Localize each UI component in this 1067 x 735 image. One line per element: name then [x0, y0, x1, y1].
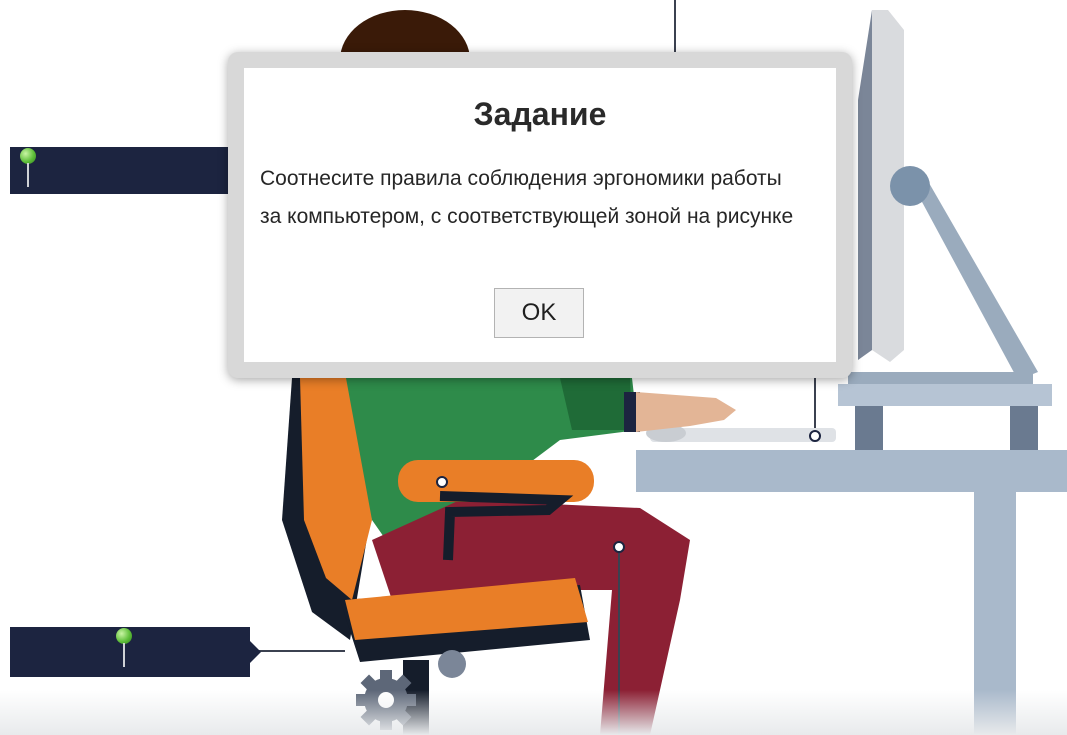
desk-top: [636, 450, 1067, 492]
chair-seat-knob: [438, 650, 466, 678]
desk-shelf-leg-right: [1010, 406, 1038, 450]
monitor-arm: [908, 176, 1038, 380]
person-hand: [636, 392, 736, 432]
callout-dot-keyboard: [809, 430, 821, 442]
ok-button[interactable]: OK: [494, 288, 584, 338]
bottom-fade: [0, 690, 1067, 735]
task-dialog-body: Задание Соотнесите правила соблюдения эр…: [244, 68, 836, 362]
monitor-foot: [848, 372, 1033, 384]
green-pin-icon[interactable]: [20, 148, 36, 192]
callout-dot-armrest: [436, 476, 448, 488]
desk-shelf-leg-left: [855, 406, 883, 450]
callout-dot-knee: [613, 541, 625, 553]
monitor-screen: [858, 10, 872, 360]
monitor-joint: [890, 166, 930, 206]
task-dialog: Задание Соотнесите правила соблюдения эр…: [228, 52, 852, 378]
zone-label-top[interactable]: [10, 147, 232, 194]
person-sleeve: [560, 378, 632, 430]
dialog-message: Соотнесите правила соблюдения эргономики…: [260, 167, 794, 228]
desk-shelf: [838, 384, 1052, 406]
green-pin-icon[interactable]: [116, 628, 132, 672]
dialog-title: Задание: [473, 96, 607, 132]
